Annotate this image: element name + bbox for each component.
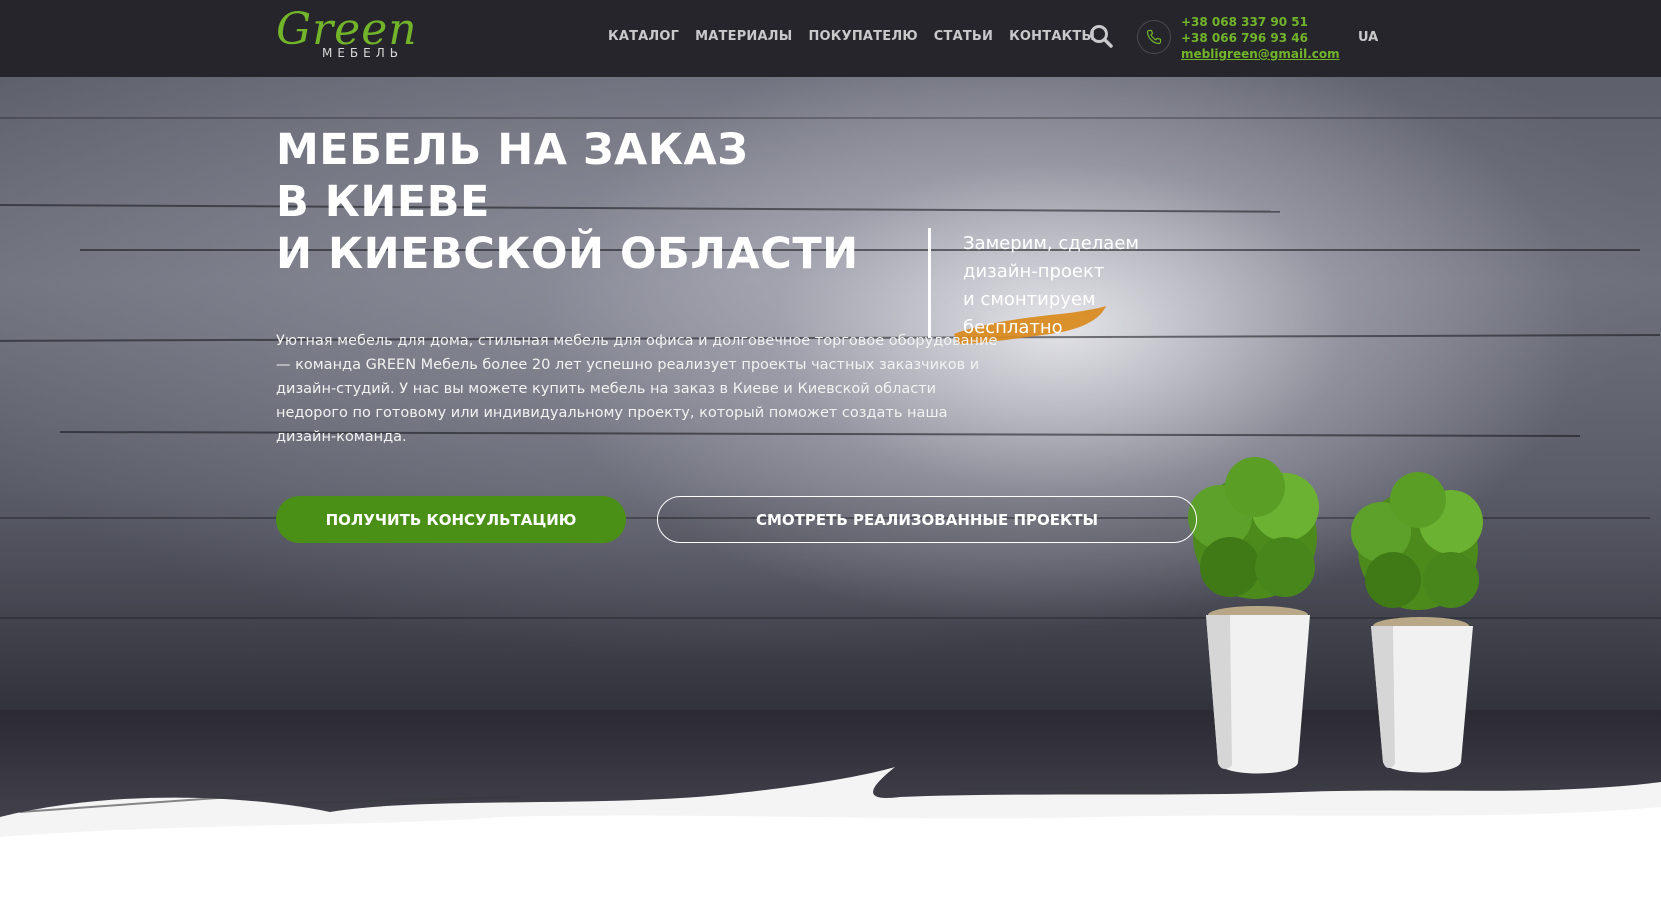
nav-catalog[interactable]: КАТАЛОГ (608, 29, 679, 44)
phone-1[interactable]: +38 068 337 90 51 (1181, 14, 1340, 30)
brush-stroke-decoration (0, 767, 1661, 900)
logo[interactable]: Green МЕБЕЛЬ (276, 4, 417, 64)
plank-line (0, 117, 1661, 119)
phone-2[interactable]: +38 066 796 93 46 (1181, 30, 1340, 46)
nav-contacts[interactable]: КОНТАКТЫ (1009, 29, 1095, 44)
view-projects-button[interactable]: СМОТРЕТЬ РЕАЛИЗОВАННЫЕ ПРОЕКТЫ (657, 496, 1197, 543)
contacts-block: +38 068 337 90 51 +38 066 796 93 46 mebl… (1181, 14, 1340, 62)
side-line-1: Замерим, сделаем (963, 233, 1139, 254)
main-nav: КАТАЛОГ МАТЕРИАЛЫ ПОКУПАТЕЛЮ СТАТЬИ КОНТ… (608, 29, 1095, 44)
site-header: Green МЕБЕЛЬ КАТАЛОГ МАТЕРИАЛЫ ПОКУПАТЕЛ… (0, 0, 1661, 77)
get-consultation-button[interactable]: ПОЛУЧИТЬ КОНСУЛЬТАЦИЮ (276, 496, 626, 543)
hero-title: МЕБЕЛЬ НА ЗАКАЗ В КИЕВЕ И КИЕВСКОЙ ОБЛАС… (276, 124, 916, 280)
phone-icon[interactable] (1137, 20, 1171, 54)
email-link[interactable]: mebligreen@gmail.com (1181, 46, 1340, 62)
hero-title-line-3: И КИЕВСКОЙ ОБЛАСТИ (276, 229, 859, 279)
nav-customer[interactable]: ПОКУПАТЕЛЮ (808, 29, 917, 44)
search-icon[interactable] (1088, 23, 1114, 49)
divider-line (928, 228, 931, 338)
logo-subtitle: МЕБЕЛЬ (322, 46, 404, 60)
nav-materials[interactable]: МАТЕРИАЛЫ (695, 29, 792, 44)
side-line-3: и смонтируем (963, 289, 1096, 310)
hero-description: Уютная мебель для дома, стильная мебель … (276, 333, 998, 445)
hero-section: МЕБЕЛЬ НА ЗАКАЗ В КИЕВЕ И КИЕВСКОЙ ОБЛАС… (0, 77, 1661, 900)
language-switch[interactable]: UA (1358, 30, 1378, 45)
hero-title-line-2: В КИЕВЕ (276, 177, 490, 227)
side-line-2: дизайн-проект (963, 261, 1105, 282)
hero-title-line-1: МЕБЕЛЬ НА ЗАКАЗ (276, 125, 749, 175)
free-services-text: Замерим, сделаем дизайн-проект и смонтир… (963, 230, 1183, 342)
nav-articles[interactable]: СТАТЬИ (934, 29, 993, 44)
